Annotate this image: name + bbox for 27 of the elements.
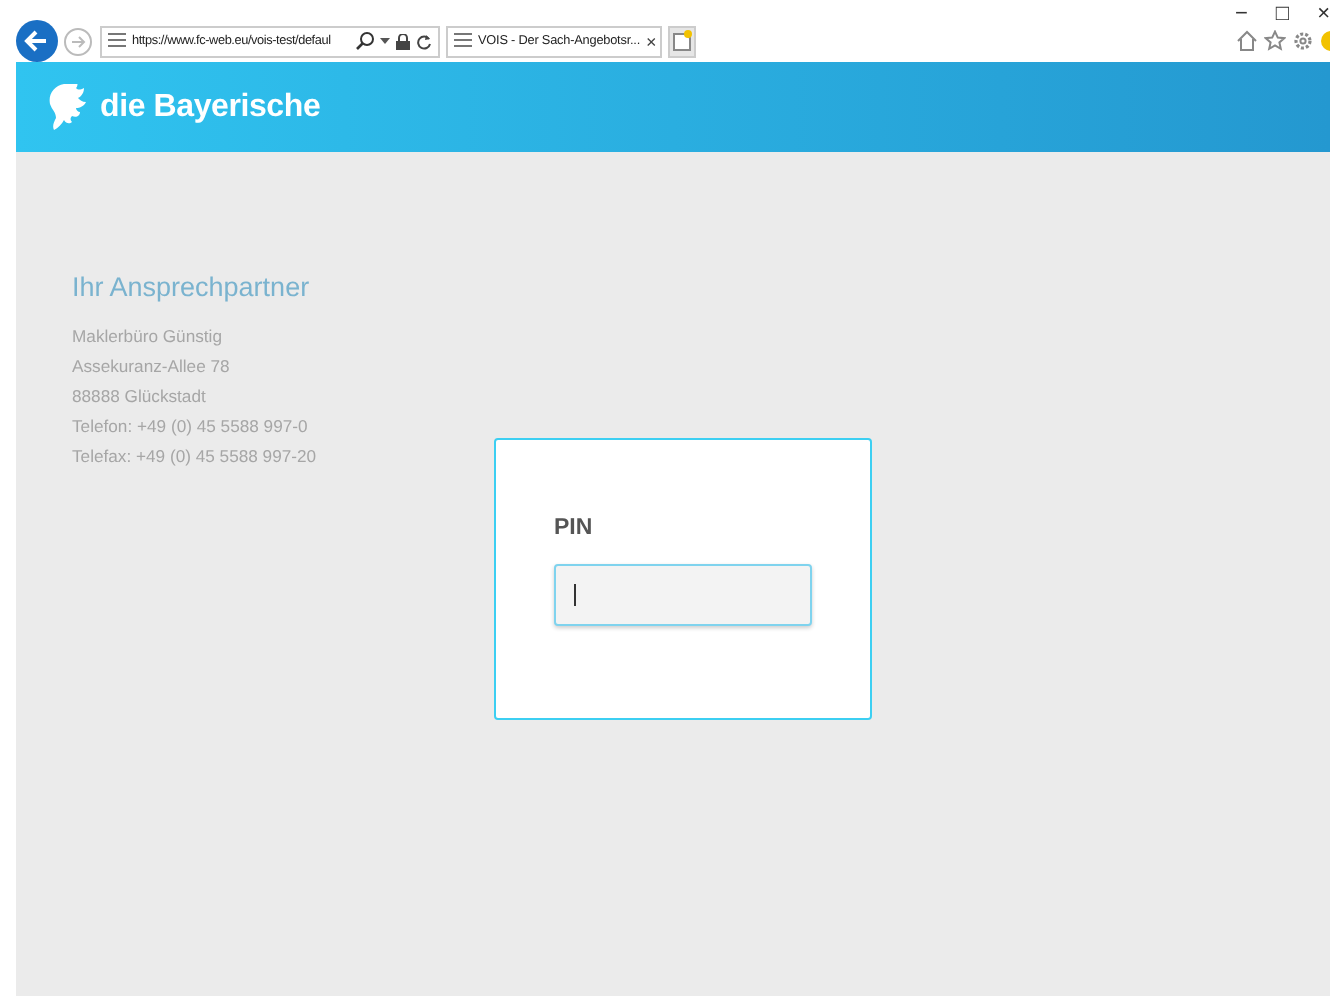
contact-line: Assekuranz-Allee 78 xyxy=(72,354,232,380)
back-icon[interactable] xyxy=(16,20,58,62)
page-icon xyxy=(454,31,472,51)
pin-label: PIN xyxy=(554,516,593,540)
contact-title: Ihr Ansprechpartner xyxy=(72,272,312,302)
star-icon[interactable] xyxy=(1264,30,1286,52)
page-icon xyxy=(108,31,126,51)
maximize-button[interactable]: □ xyxy=(1275,0,1290,28)
close-tab-button[interactable]: × xyxy=(646,31,657,51)
refresh-icon[interactable] xyxy=(416,33,432,49)
contact-line: 88888 Glückstadt xyxy=(72,384,208,410)
minimize-button[interactable]: − xyxy=(1234,0,1248,28)
dropdown-icon[interactable] xyxy=(380,38,390,44)
lock-icon xyxy=(396,33,410,49)
text-cursor xyxy=(574,584,576,606)
pin-field[interactable] xyxy=(554,564,812,626)
close-button[interactable]: × xyxy=(1317,0,1330,28)
brand-name: die Bayerische xyxy=(100,89,321,125)
contact-line: Telefax: +49 (0) 45 5588 997-20 xyxy=(72,444,319,470)
lion-logo-icon xyxy=(48,83,88,131)
contact-line: Telefon: +49 (0) 45 5588 997-0 xyxy=(72,414,310,440)
search-icon[interactable] xyxy=(356,32,374,50)
new-tab-icon[interactable] xyxy=(668,25,696,57)
forward-icon[interactable] xyxy=(64,27,92,55)
home-icon[interactable] xyxy=(1236,30,1258,52)
contact-line: Maklerbüro Günstig xyxy=(72,324,224,350)
settings-icon[interactable] xyxy=(1292,30,1314,52)
